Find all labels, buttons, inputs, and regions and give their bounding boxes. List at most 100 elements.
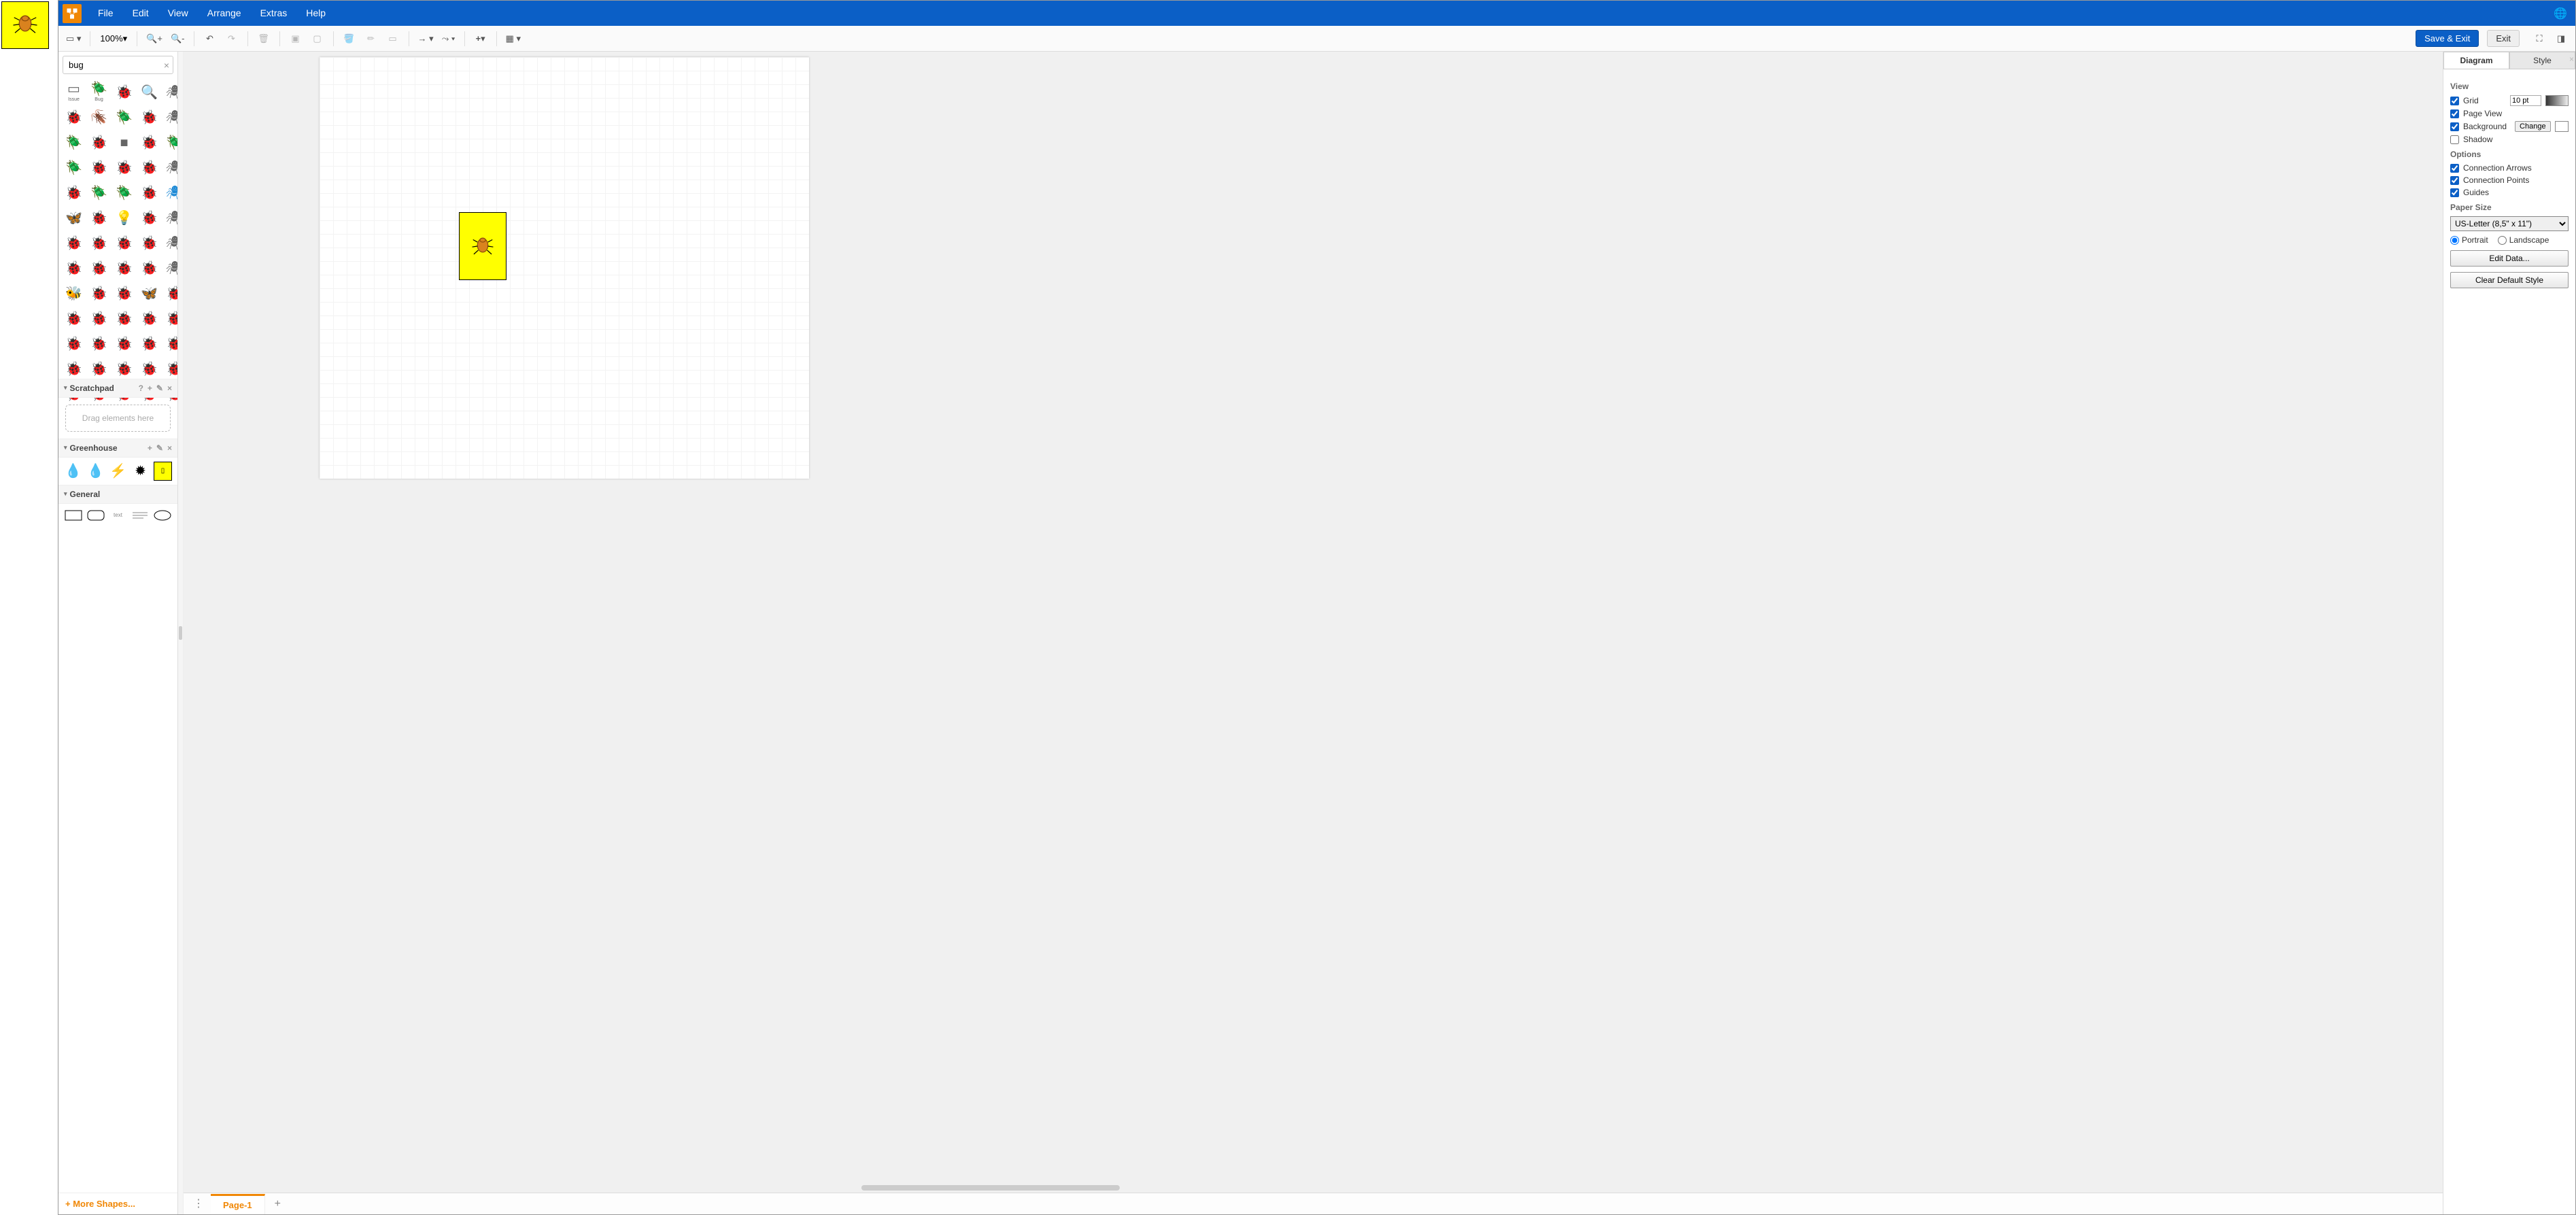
shape-result[interactable]: 🐞	[88, 282, 110, 305]
shape-result[interactable]: 🐞	[63, 358, 85, 380]
shape-result[interactable]: 🕷	[163, 182, 178, 204]
shape-result[interactable]: 🐞	[138, 207, 160, 229]
scratchpad-help-icon[interactable]: ?	[139, 383, 143, 393]
insert-button[interactable]: + ▾	[472, 30, 490, 48]
shape-result[interactable]: 🐞	[113, 282, 135, 305]
shape-result[interactable]: ▭Issue	[63, 81, 85, 103]
more-shapes-button[interactable]: + More Shapes...	[58, 1193, 177, 1214]
paper-size-select[interactable]: US-Letter (8,5" x 11")	[2450, 216, 2569, 231]
grid-checkbox[interactable]: Grid	[2450, 96, 2479, 105]
shape-result[interactable]: 🐞	[138, 358, 160, 380]
shape-search-input[interactable]	[63, 56, 173, 74]
menu-edit[interactable]: Edit	[123, 1, 158, 26]
shape-result[interactable]: 🐞	[138, 131, 160, 154]
background-checkbox[interactable]: Background	[2450, 122, 2507, 131]
shape-result[interactable]: 🐞	[63, 106, 85, 129]
shape-result[interactable]: 🪳	[88, 106, 110, 129]
shape-result[interactable]: 🐞	[63, 232, 85, 254]
app-logo[interactable]	[63, 4, 82, 23]
delete-button[interactable]: 🗑	[255, 30, 273, 48]
pages-menu-icon[interactable]: ⋮	[186, 1193, 211, 1214]
shape-result[interactable]: 🐞	[163, 332, 178, 355]
shape-result[interactable]: 🐞	[113, 156, 135, 179]
greenhouse-header[interactable]: ▾ Greenhouse + ✎ ×	[58, 439, 177, 458]
shape-result[interactable]: 🐞	[88, 156, 110, 179]
shape-result[interactable]: 🐞	[63, 257, 85, 279]
diagram-page[interactable]	[320, 57, 809, 479]
edit-data-button[interactable]: Edit Data...	[2450, 250, 2569, 267]
background-change-button[interactable]: Change	[2515, 121, 2551, 132]
shape-result[interactable]: 💡	[113, 207, 135, 229]
shape-result[interactable]: 🐞	[113, 81, 135, 103]
menu-help[interactable]: Help	[296, 1, 335, 26]
shape-result[interactable]: 🕷	[163, 156, 178, 179]
grid-color-swatch[interactable]	[2545, 95, 2569, 106]
menu-file[interactable]: File	[88, 1, 123, 26]
shape-result[interactable]: 🐞	[113, 307, 135, 330]
view-toggle-button[interactable]: ▭ ▾	[64, 30, 83, 48]
page-tab-1[interactable]: Page-1	[211, 1194, 265, 1214]
bug-shape[interactable]	[459, 212, 506, 280]
line-color-button[interactable]: ✏	[362, 30, 380, 48]
connection-points-checkbox[interactable]: Connection Points	[2450, 175, 2529, 185]
fan-icon[interactable]: ✹	[131, 462, 150, 481]
shape-result[interactable]: 🦋	[138, 282, 160, 305]
menu-extras[interactable]: Extras	[251, 1, 297, 26]
shape-result[interactable]: 🐞	[138, 106, 160, 129]
shape-result[interactable]: 🐞	[138, 307, 160, 330]
yellow-card-icon[interactable]: ▯	[154, 462, 172, 481]
greenhouse-close-icon[interactable]: ×	[167, 443, 172, 453]
add-page-button[interactable]: +	[265, 1194, 290, 1214]
shape-result[interactable]: 🐞	[163, 282, 178, 305]
scratchpad-header[interactable]: ▾ Scratchpad ? + ✎ ×	[58, 379, 177, 398]
fill-color-button[interactable]: 🪣	[341, 30, 358, 48]
shape-result[interactable]: 🐞	[88, 131, 110, 154]
menu-view[interactable]: View	[158, 1, 198, 26]
fullscreen-button[interactable]: ⛶	[2530, 30, 2548, 48]
shape-result[interactable]: 🐞	[88, 207, 110, 229]
shape-result[interactable]: 🕷	[163, 106, 178, 129]
greenhouse-add-icon[interactable]: +	[148, 443, 152, 453]
rect-shape[interactable]	[64, 508, 84, 523]
scratchpad-dropzone[interactable]: Drag elements here	[65, 405, 171, 432]
shape-result[interactable]: 🐞	[113, 232, 135, 254]
connection-arrows-checkbox[interactable]: Connection Arrows	[2450, 163, 2532, 173]
shape-result[interactable]: 🐞	[163, 307, 178, 330]
bolt-icon[interactable]: ⚡	[109, 462, 127, 481]
exit-button[interactable]: Exit	[2487, 30, 2520, 47]
table-button[interactable]: ▦ ▾	[504, 30, 523, 48]
shape-result[interactable]: 🐝	[63, 282, 85, 305]
scratchpad-edit-icon[interactable]: ✎	[156, 383, 163, 393]
lines-shape[interactable]	[131, 508, 150, 523]
shape-result[interactable]: 🪲	[63, 131, 85, 154]
shape-result[interactable]: 🪲	[163, 131, 178, 154]
shape-result[interactable]: 🐞	[88, 307, 110, 330]
shape-result[interactable]: ■	[113, 131, 135, 154]
to-back-button[interactable]: ▢	[309, 30, 326, 48]
shape-result[interactable]: 🐞	[88, 232, 110, 254]
orientation-landscape[interactable]: Landscape	[2498, 235, 2549, 245]
scratchpad-close-icon[interactable]: ×	[167, 383, 172, 393]
shape-result[interactable]: 🪲	[113, 106, 135, 129]
general-header[interactable]: ▾ General	[58, 485, 177, 504]
shape-result[interactable]: 🐞	[113, 332, 135, 355]
zoom-in-button[interactable]: 🔍+	[144, 30, 165, 48]
shape-result[interactable]: 🐞	[88, 358, 110, 380]
orientation-portrait[interactable]: Portrait	[2450, 235, 2488, 245]
shape-result[interactable]: 🐞	[63, 182, 85, 204]
shape-result[interactable]: 🪲	[63, 156, 85, 179]
shape-result[interactable]: 🐞	[163, 358, 178, 380]
rounded-rect-shape[interactable]	[86, 508, 106, 523]
redo-button[interactable]: ↷	[223, 30, 241, 48]
language-icon[interactable]: 🌐	[2554, 7, 2567, 20]
format-panel-toggle[interactable]: ◨	[2552, 30, 2570, 48]
shape-result[interactable]: 🐞	[138, 257, 160, 279]
greenhouse-edit-icon[interactable]: ✎	[156, 443, 163, 453]
search-clear-icon[interactable]: ×	[164, 60, 169, 71]
shape-result[interactable]: 🐞	[113, 358, 135, 380]
undo-button[interactable]: ↶	[201, 30, 219, 48]
grid-size-input[interactable]	[2510, 95, 2541, 106]
shape-result[interactable]: 🪲	[88, 182, 110, 204]
zoom-out-button[interactable]: 🔍-	[169, 30, 187, 48]
panel-close-icon[interactable]: ×	[2569, 54, 2574, 64]
